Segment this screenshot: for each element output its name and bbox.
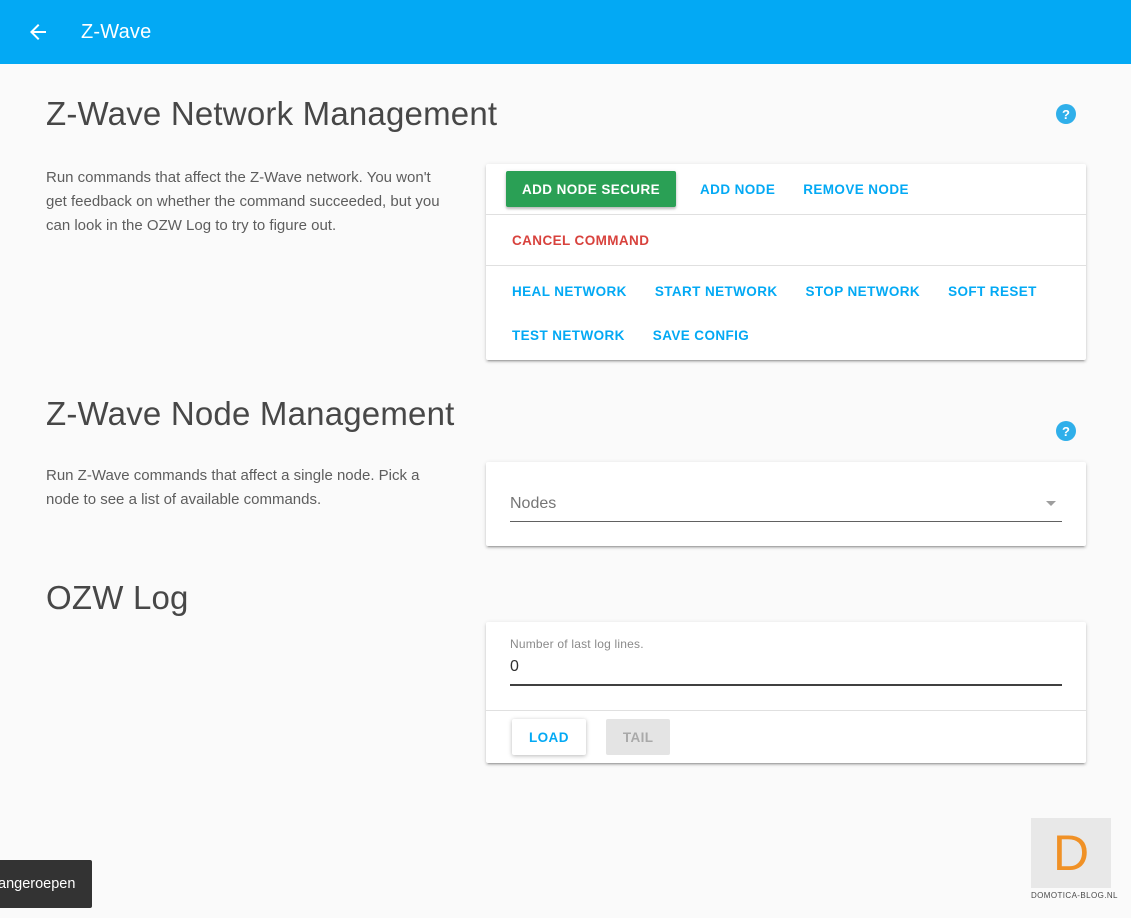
watermark-text: DOMOTICA-BLOG.NL bbox=[1031, 891, 1118, 900]
arrow-left-icon bbox=[26, 20, 50, 44]
watermark-logo: D DOMOTICA-BLOG.NL bbox=[1031, 818, 1118, 900]
log-lines-label: Number of last log lines. bbox=[510, 637, 644, 651]
section-network-management: Z-Wave Network Management ? Run commands… bbox=[0, 92, 1131, 360]
ozw-log-body: Number of last log lines. LOAD TAIL bbox=[0, 622, 1131, 763]
watermark-letter: D bbox=[1052, 825, 1090, 881]
node-management-content: Nodes bbox=[486, 462, 1086, 546]
nodes-select[interactable]: Nodes bbox=[510, 486, 1062, 522]
heal-network-button[interactable]: HEAL NETWORK bbox=[504, 273, 635, 309]
nodes-select-label: Nodes bbox=[510, 494, 557, 512]
tail-button: TAIL bbox=[605, 719, 671, 755]
section-node-management: Z-Wave Node Management ? Run Z-Wave comm… bbox=[0, 392, 1131, 546]
node-management-intro: Run Z-Wave commands that affect a single… bbox=[46, 462, 486, 512]
cancel-command-button[interactable]: CANCEL COMMAND bbox=[504, 222, 657, 258]
soft-reset-button[interactable]: SOFT RESET bbox=[940, 273, 1045, 309]
test-network-button[interactable]: TEST NETWORK bbox=[504, 317, 633, 353]
back-button[interactable] bbox=[26, 20, 50, 44]
zwave-config-page: Z-Wave Z-Wave Network Management ? Run c… bbox=[0, 0, 1131, 918]
toast-snackbar: angeroepen bbox=[0, 860, 92, 908]
ozw-log-title: OZW Log bbox=[46, 579, 189, 616]
network-management-title: Z-Wave Network Management bbox=[46, 95, 498, 132]
chevron-down-icon bbox=[1046, 501, 1056, 506]
app-bar: Z-Wave bbox=[0, 0, 1131, 64]
load-button[interactable]: LOAD bbox=[512, 719, 586, 755]
add-node-secure-button[interactable]: ADD NODE SECURE bbox=[506, 171, 677, 207]
node-management-header: Z-Wave Node Management ? bbox=[0, 392, 1131, 441]
ozw-log-card: Number of last log lines. LOAD TAIL bbox=[486, 622, 1086, 763]
network-commands-card: ADD NODE SECURE ADD NODE REMOVE NODE CAN… bbox=[486, 164, 1086, 360]
ozw-log-header: OZW Log bbox=[0, 576, 1131, 620]
node-management-body: Run Z-Wave commands that affect a single… bbox=[0, 462, 1131, 546]
node-management-title: Z-Wave Node Management bbox=[46, 395, 455, 432]
nodes-card: Nodes bbox=[486, 462, 1086, 546]
help-icon[interactable]: ? bbox=[1056, 421, 1076, 441]
save-config-button[interactable]: SAVE CONFIG bbox=[645, 317, 757, 353]
network-management-intro: Run commands that affect the Z-Wave netw… bbox=[46, 164, 486, 238]
log-lines-input[interactable] bbox=[510, 651, 1062, 686]
stop-network-button[interactable]: STOP NETWORK bbox=[798, 273, 929, 309]
app-bar-title: Z-Wave bbox=[81, 20, 152, 43]
add-remove-row: ADD NODE SECURE ADD NODE REMOVE NODE bbox=[486, 164, 1086, 214]
log-lines-field: Number of last log lines. bbox=[486, 622, 1086, 710]
network-actions-row: HEAL NETWORK START NETWORK STOP NETWORK … bbox=[486, 265, 1086, 360]
ozw-log-content: Number of last log lines. LOAD TAIL bbox=[486, 622, 1086, 763]
help-icon[interactable]: ? bbox=[1056, 104, 1076, 124]
toast-message: angeroepen bbox=[0, 876, 76, 892]
network-management-body: Run commands that affect the Z-Wave netw… bbox=[0, 164, 1131, 360]
watermark-logo-box: D bbox=[1031, 818, 1111, 888]
add-node-button[interactable]: ADD NODE bbox=[692, 171, 783, 207]
remove-node-button[interactable]: REMOVE NODE bbox=[795, 171, 917, 207]
section-ozw-log: OZW Log Number of last log lines. LOAD T… bbox=[0, 576, 1131, 763]
log-actions-row: LOAD TAIL bbox=[486, 710, 1086, 763]
network-management-description: Run commands that affect the Z-Wave netw… bbox=[46, 169, 440, 234]
node-management-description: Run Z-Wave commands that affect a single… bbox=[46, 467, 420, 508]
start-network-button[interactable]: START NETWORK bbox=[647, 273, 786, 309]
cancel-row: CANCEL COMMAND bbox=[486, 214, 1086, 265]
network-management-content: ADD NODE SECURE ADD NODE REMOVE NODE CAN… bbox=[486, 164, 1086, 360]
network-management-header: Z-Wave Network Management ? bbox=[0, 92, 1131, 136]
